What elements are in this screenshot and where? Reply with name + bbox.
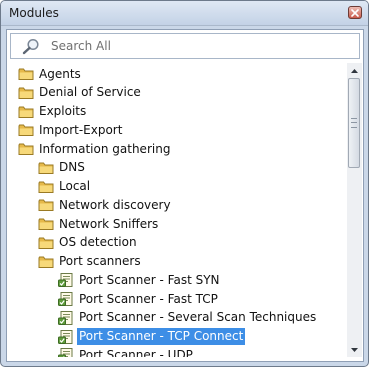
tree-item-label: Network Sniffers [59, 216, 159, 231]
tree-item-label: Port scanners [59, 254, 141, 268]
tree-folder-item[interactable]: Network discovery [38, 196, 173, 214]
tree-item-label: Information gathering [39, 141, 171, 156]
folder-icon [38, 256, 54, 268]
folder-icon [18, 124, 34, 137]
tree-module-item[interactable]: Port Scanner - Fast SYN [58, 271, 222, 289]
module-script-icon [58, 273, 73, 288]
tree-module-item[interactable]: Port Scanner - Several Scan Techniques [58, 309, 318, 327]
modules-panel: Agents Denial of Service Exploits Import-Ex… [6, 29, 364, 362]
tree-item-label: Port Scanner - Fast TCP [79, 291, 218, 306]
tree-module-item[interactable]: Port Scanner - Fast TCP [58, 290, 220, 308]
tree-folder-item[interactable]: Import-Export [18, 121, 124, 139]
tree-item-label: Denial of Service [39, 85, 141, 100]
folder-icon [18, 106, 34, 118]
folder-icon [38, 162, 54, 174]
scroll-down-button[interactable] [347, 342, 362, 357]
folder-icon [38, 181, 54, 193]
tree-item-label: Local [59, 179, 91, 193]
tree-folder-item[interactable]: Information gathering [18, 140, 172, 158]
close-icon [351, 8, 359, 17]
tree-item-label: Port Scanner - UDP [79, 347, 193, 357]
tree-item-label: Import-Export [39, 122, 123, 137]
module-script-icon [58, 329, 73, 344]
grip-icon [351, 118, 357, 128]
folder-icon [38, 218, 54, 230]
module-script-icon [58, 292, 73, 306]
tree-folder-item[interactable]: Local [38, 178, 92, 196]
module-script-icon [58, 348, 73, 357]
search-box[interactable] [10, 33, 360, 59]
tree-folder-item[interactable]: Exploits [18, 103, 88, 121]
search-icon [22, 38, 39, 55]
tree-folder-item[interactable]: DNS [38, 159, 87, 177]
tree-item-label: Port Scanner - Several Scan Techniques [79, 310, 317, 325]
arrow-down-icon [351, 347, 358, 352]
folder-icon [18, 68, 34, 80]
tree-folder-item[interactable]: Network Sniffers [38, 215, 160, 233]
scroll-thumb[interactable] [348, 78, 360, 168]
tree-item-label: Agents [39, 66, 81, 81]
folder-icon [38, 237, 54, 249]
folder-icon [18, 143, 34, 155]
folder-icon [18, 87, 34, 99]
module-script-icon [58, 310, 73, 325]
tree-item-label: Port Scanner - Fast SYN [79, 272, 220, 287]
tree-item-label: Port Scanner - TCP Connect [77, 328, 246, 345]
vertical-scrollbar[interactable] [347, 63, 362, 357]
title-bar[interactable]: Modules [1, 1, 368, 26]
module-tree: Agents Denial of Service Exploits Import-Ex… [10, 63, 345, 357]
arrow-up-icon [351, 68, 358, 73]
tree-folder-item[interactable]: Port scanners [38, 253, 143, 271]
search-input[interactable] [51, 37, 351, 55]
tree-module-item[interactable]: Port Scanner - UDP [58, 346, 195, 357]
tree-folder-item[interactable]: Agents [18, 65, 83, 83]
modules-window: Modules Agents Denial of Service Exploits I… [0, 0, 369, 367]
tree-item-label: OS detection [59, 235, 137, 250]
tree-item-label: DNS [59, 160, 85, 175]
scroll-up-button[interactable] [347, 63, 362, 78]
tree-folder-item[interactable]: OS detection [38, 234, 139, 252]
folder-icon [38, 199, 54, 212]
window-title: Modules [9, 6, 59, 20]
tree-item-label: Exploits [39, 104, 87, 118]
tree-module-item[interactable]: Port Scanner - TCP Connect [58, 328, 246, 346]
tree-item-label: Network discovery [59, 197, 171, 212]
tree-folder-item[interactable]: Denial of Service [18, 84, 143, 102]
close-button[interactable] [348, 6, 362, 19]
